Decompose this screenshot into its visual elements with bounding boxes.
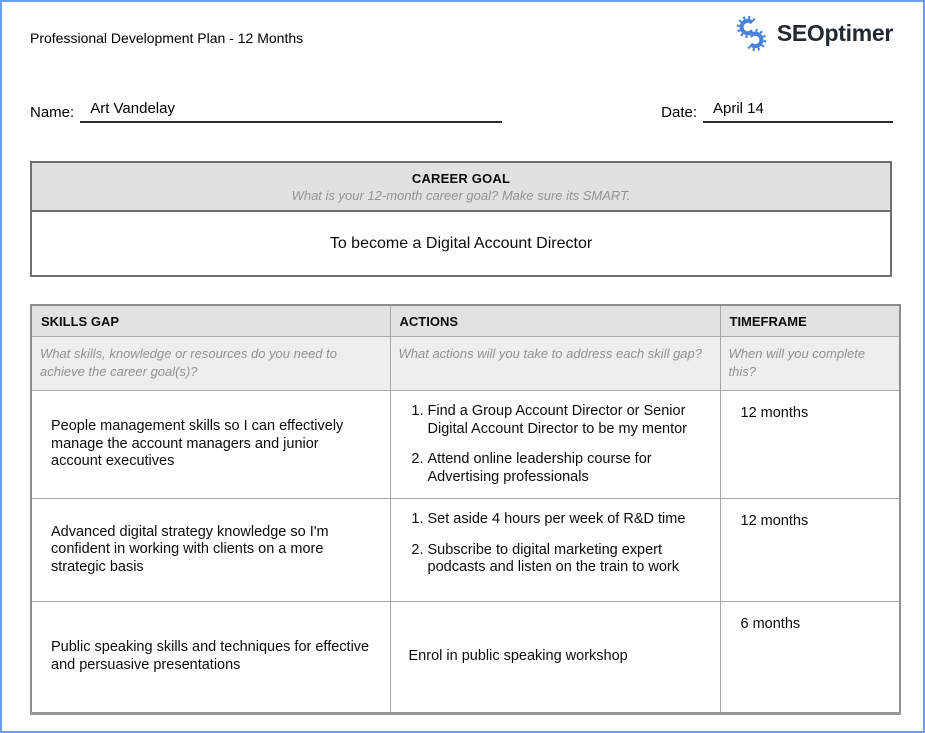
table-row: Advanced digital strategy knowledge so I… — [31, 499, 900, 602]
column-header-actions: ACTIONS — [390, 305, 720, 337]
name-field: Name: Art Vandelay — [30, 100, 502, 123]
date-field: Date: April 14 — [661, 100, 893, 123]
column-header-timeframe: TIMEFRAME — [720, 305, 900, 337]
gears-swirl-icon — [735, 15, 768, 52]
action-item: Set aside 4 hours per week of R&D time — [428, 511, 708, 529]
timeframe-cell: 6 months — [720, 602, 900, 714]
table-header-row: SKILLS GAP ACTIONS TIMEFRAME — [31, 305, 900, 337]
name-input[interactable]: Art Vandelay — [80, 100, 502, 123]
table-hint-row: What skills, knowledge or resources do y… — [31, 337, 900, 391]
brand-name: SEOptimer — [777, 20, 893, 47]
action-item: Find a Group Account Director or Senior … — [428, 403, 708, 438]
page-title: Professional Development Plan - 12 Month… — [30, 30, 303, 46]
actions-cell: Enrol in public speaking workshop — [390, 602, 720, 714]
actions-list: Find a Group Account Director or Senior … — [404, 403, 708, 487]
column-header-skills-gap: SKILLS GAP — [31, 305, 390, 337]
document-page: Professional Development Plan - 12 Month… — [0, 0, 925, 733]
action-item: Subscribe to digital marketing expert po… — [428, 542, 708, 577]
skills-plan-table: SKILLS GAP ACTIONS TIMEFRAME What skills… — [30, 304, 901, 715]
career-goal-heading: CAREER GOAL — [42, 171, 880, 186]
name-label: Name: — [30, 104, 74, 123]
actions-cell: Find a Group Account Director or Senior … — [390, 391, 720, 499]
timeframe-cell: 12 months — [720, 499, 900, 602]
fields-row: Name: Art Vandelay Date: April 14 — [30, 100, 893, 123]
date-input[interactable]: April 14 — [703, 100, 893, 123]
actions-cell: Set aside 4 hours per week of R&D time S… — [390, 499, 720, 602]
hint-skills-gap: What skills, knowledge or resources do y… — [31, 337, 390, 391]
skills-gap-cell: Public speaking skills and techniques fo… — [31, 602, 390, 714]
actions-list: Set aside 4 hours per week of R&D time S… — [404, 511, 708, 577]
table-row: Public speaking skills and techniques fo… — [31, 602, 900, 714]
action-item: Attend online leadership course for Adve… — [428, 451, 708, 486]
hint-actions: What actions will you take to address ea… — [390, 337, 720, 391]
hint-timeframe: When will you complete this? — [720, 337, 900, 391]
date-label: Date: — [661, 104, 697, 123]
career-goal-value: To become a Digital Account Director — [32, 212, 890, 275]
timeframe-cell: 12 months — [720, 391, 900, 499]
skills-gap-cell: People management skills so I can effect… — [31, 391, 390, 499]
seoptimer-logo: SEOptimer — [735, 15, 893, 52]
career-goal-hint: What is your 12-month career goal? Make … — [42, 188, 880, 203]
career-goal-header: CAREER GOAL What is your 12-month career… — [32, 163, 890, 212]
skills-gap-cell: Advanced digital strategy knowledge so I… — [31, 499, 390, 602]
career-goal-section: CAREER GOAL What is your 12-month career… — [30, 161, 892, 277]
table-row: People management skills so I can effect… — [31, 391, 900, 499]
